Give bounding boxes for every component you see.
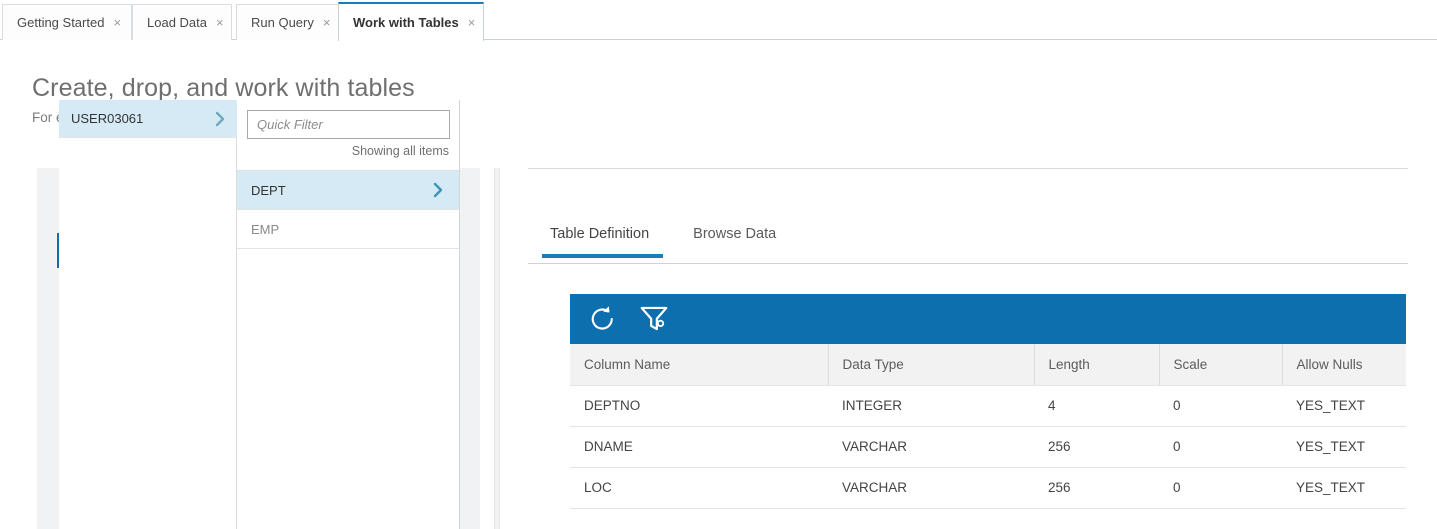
column-header-scale[interactable]: Scale xyxy=(1159,344,1282,385)
table-name: DEPT xyxy=(251,183,286,198)
table-list-panel: Showing all items DEPT EMP xyxy=(237,100,460,529)
cell-scale: 0 xyxy=(1159,385,1282,426)
column-header-column-name[interactable]: Column Name xyxy=(570,344,828,385)
cell-scale: 0 xyxy=(1159,426,1282,467)
table-name: EMP xyxy=(251,222,279,237)
detail-tabs: Table Definition Browse Data xyxy=(528,226,1408,264)
close-icon[interactable]: × xyxy=(113,16,121,29)
tab-table-definition[interactable]: Table Definition xyxy=(528,226,671,256)
column-header-length[interactable]: Length xyxy=(1034,344,1159,385)
page-title: Create, drop, and work with tables xyxy=(32,74,415,103)
table-header-row: Column Name Data Type Length Scale Allow… xyxy=(570,344,1406,385)
cell-column-name: DNAME xyxy=(570,426,828,467)
tab-label: Run Query xyxy=(251,15,314,30)
cell-length: 4 xyxy=(1034,385,1159,426)
panel-splitter[interactable] xyxy=(494,168,500,529)
cell-allow-nulls: YES_TEXT xyxy=(1282,385,1406,426)
cell-data-type: VARCHAR xyxy=(828,467,1034,508)
cell-data-type: INTEGER xyxy=(828,385,1034,426)
filter-icon[interactable] xyxy=(638,303,670,335)
tab-label: Load Data xyxy=(147,15,207,30)
cell-length: 256 xyxy=(1034,426,1159,467)
tab-label: Work with Tables xyxy=(353,15,459,30)
schema-list: USER03061 xyxy=(59,100,237,529)
cell-length: 256 xyxy=(1034,467,1159,508)
cell-allow-nulls: YES_TEXT xyxy=(1282,426,1406,467)
showing-items-label: Showing all items xyxy=(237,139,459,158)
close-icon[interactable]: × xyxy=(216,16,224,29)
table-list: DEPT EMP xyxy=(237,170,459,249)
schema-name: USER03061 xyxy=(71,111,143,126)
quick-filter-input[interactable] xyxy=(247,110,450,139)
table-row[interactable]: DEPTNO INTEGER 4 0 YES_TEXT xyxy=(570,385,1406,426)
cell-column-name: DEPTNO xyxy=(570,385,828,426)
cell-scale: 0 xyxy=(1159,467,1282,508)
tab-label: Getting Started xyxy=(17,15,104,30)
refresh-icon[interactable] xyxy=(588,304,618,334)
panel-top-divider xyxy=(528,168,1408,169)
column-header-allow-nulls[interactable]: Allow Nulls xyxy=(1282,344,1406,385)
tab-run-query[interactable]: Run Query × xyxy=(236,4,340,40)
table-row[interactable]: LOC VARCHAR 256 0 YES_TEXT xyxy=(570,467,1406,508)
cell-data-type: VARCHAR xyxy=(828,426,1034,467)
table-row[interactable]: DNAME VARCHAR 256 0 YES_TEXT xyxy=(570,426,1406,467)
close-icon[interactable]: × xyxy=(323,16,331,29)
tab-getting-started[interactable]: Getting Started × xyxy=(2,4,132,40)
tab-work-with-tables[interactable]: Work with Tables × xyxy=(338,2,484,41)
table-definition-toolbar xyxy=(570,294,1406,344)
browser-tab-bar: Getting Started × Load Data × Run Query … xyxy=(0,0,1437,40)
tab-label: Table Definition xyxy=(550,226,649,242)
column-header-data-type[interactable]: Data Type xyxy=(828,344,1034,385)
table-definition-grid: Column Name Data Type Length Scale Allow… xyxy=(570,344,1406,509)
quick-filter-wrap xyxy=(237,100,459,139)
table-list-item-dept[interactable]: DEPT xyxy=(237,171,459,210)
table-details-panel: Table Definition Browse Data Column Name… xyxy=(528,168,1408,529)
tab-label: Browse Data xyxy=(693,226,776,242)
close-icon[interactable]: × xyxy=(468,16,476,29)
cell-column-name: LOC xyxy=(570,467,828,508)
tab-browse-data[interactable]: Browse Data xyxy=(671,226,798,256)
schema-list-item-user03061[interactable]: USER03061 xyxy=(59,100,237,138)
chevron-right-icon xyxy=(211,110,229,128)
table-list-item-emp[interactable]: EMP xyxy=(237,210,459,249)
chevron-right-icon xyxy=(429,181,447,199)
tab-load-data[interactable]: Load Data × xyxy=(132,4,232,40)
cell-allow-nulls: YES_TEXT xyxy=(1282,467,1406,508)
